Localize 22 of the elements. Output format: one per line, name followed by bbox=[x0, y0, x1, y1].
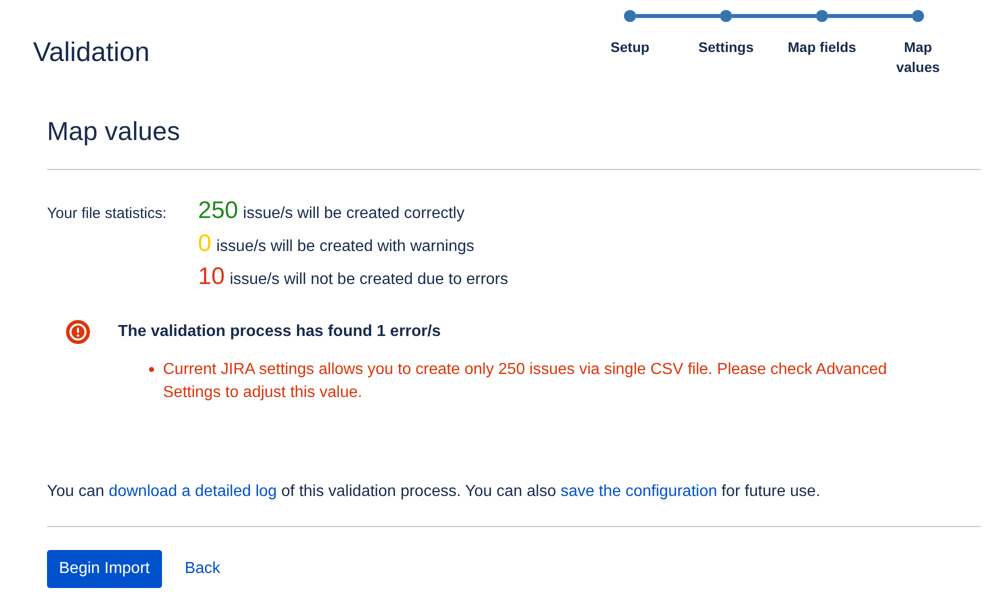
issue-count: 250 bbox=[198, 196, 238, 226]
begin-import-button[interactable]: Begin Import bbox=[47, 550, 162, 588]
stat-text: issue/s will be created with warnings bbox=[216, 237, 474, 257]
link[interactable]: save the configuration bbox=[560, 483, 718, 500]
stat-text: issue/s will not be created due to errors bbox=[230, 270, 508, 290]
exclamation-icon bbox=[66, 320, 90, 344]
error-message: Current JIRA settings allows you to create only 250 issues via single CSV file. Please check Advanced Settings to adjust this value. bbox=[163, 360, 888, 403]
error-title: The validation process has found 1 error/s bbox=[118, 322, 441, 342]
bullet-icon bbox=[149, 367, 154, 372]
issue-count: 0 bbox=[198, 229, 212, 259]
back-link[interactable]: Back bbox=[184, 557, 220, 581]
link[interactable]: download a detailed log bbox=[108, 483, 277, 500]
step-label: Map values bbox=[895, 38, 941, 77]
issue-count: 10 bbox=[198, 262, 225, 292]
step-label: Map fields bbox=[788, 38, 856, 57]
stat-text: issue/s will be created correctly bbox=[243, 204, 464, 224]
stats-label: Your file statistics: bbox=[47, 204, 168, 224]
step-label: Setup bbox=[610, 38, 650, 57]
section-title: Map values bbox=[47, 115, 181, 147]
step-label: Settings bbox=[698, 38, 754, 57]
page-title: Validation bbox=[33, 36, 150, 68]
footer-note: You can download a detailed log of this validation process. You can also save the configuration for future use. bbox=[47, 482, 822, 502]
